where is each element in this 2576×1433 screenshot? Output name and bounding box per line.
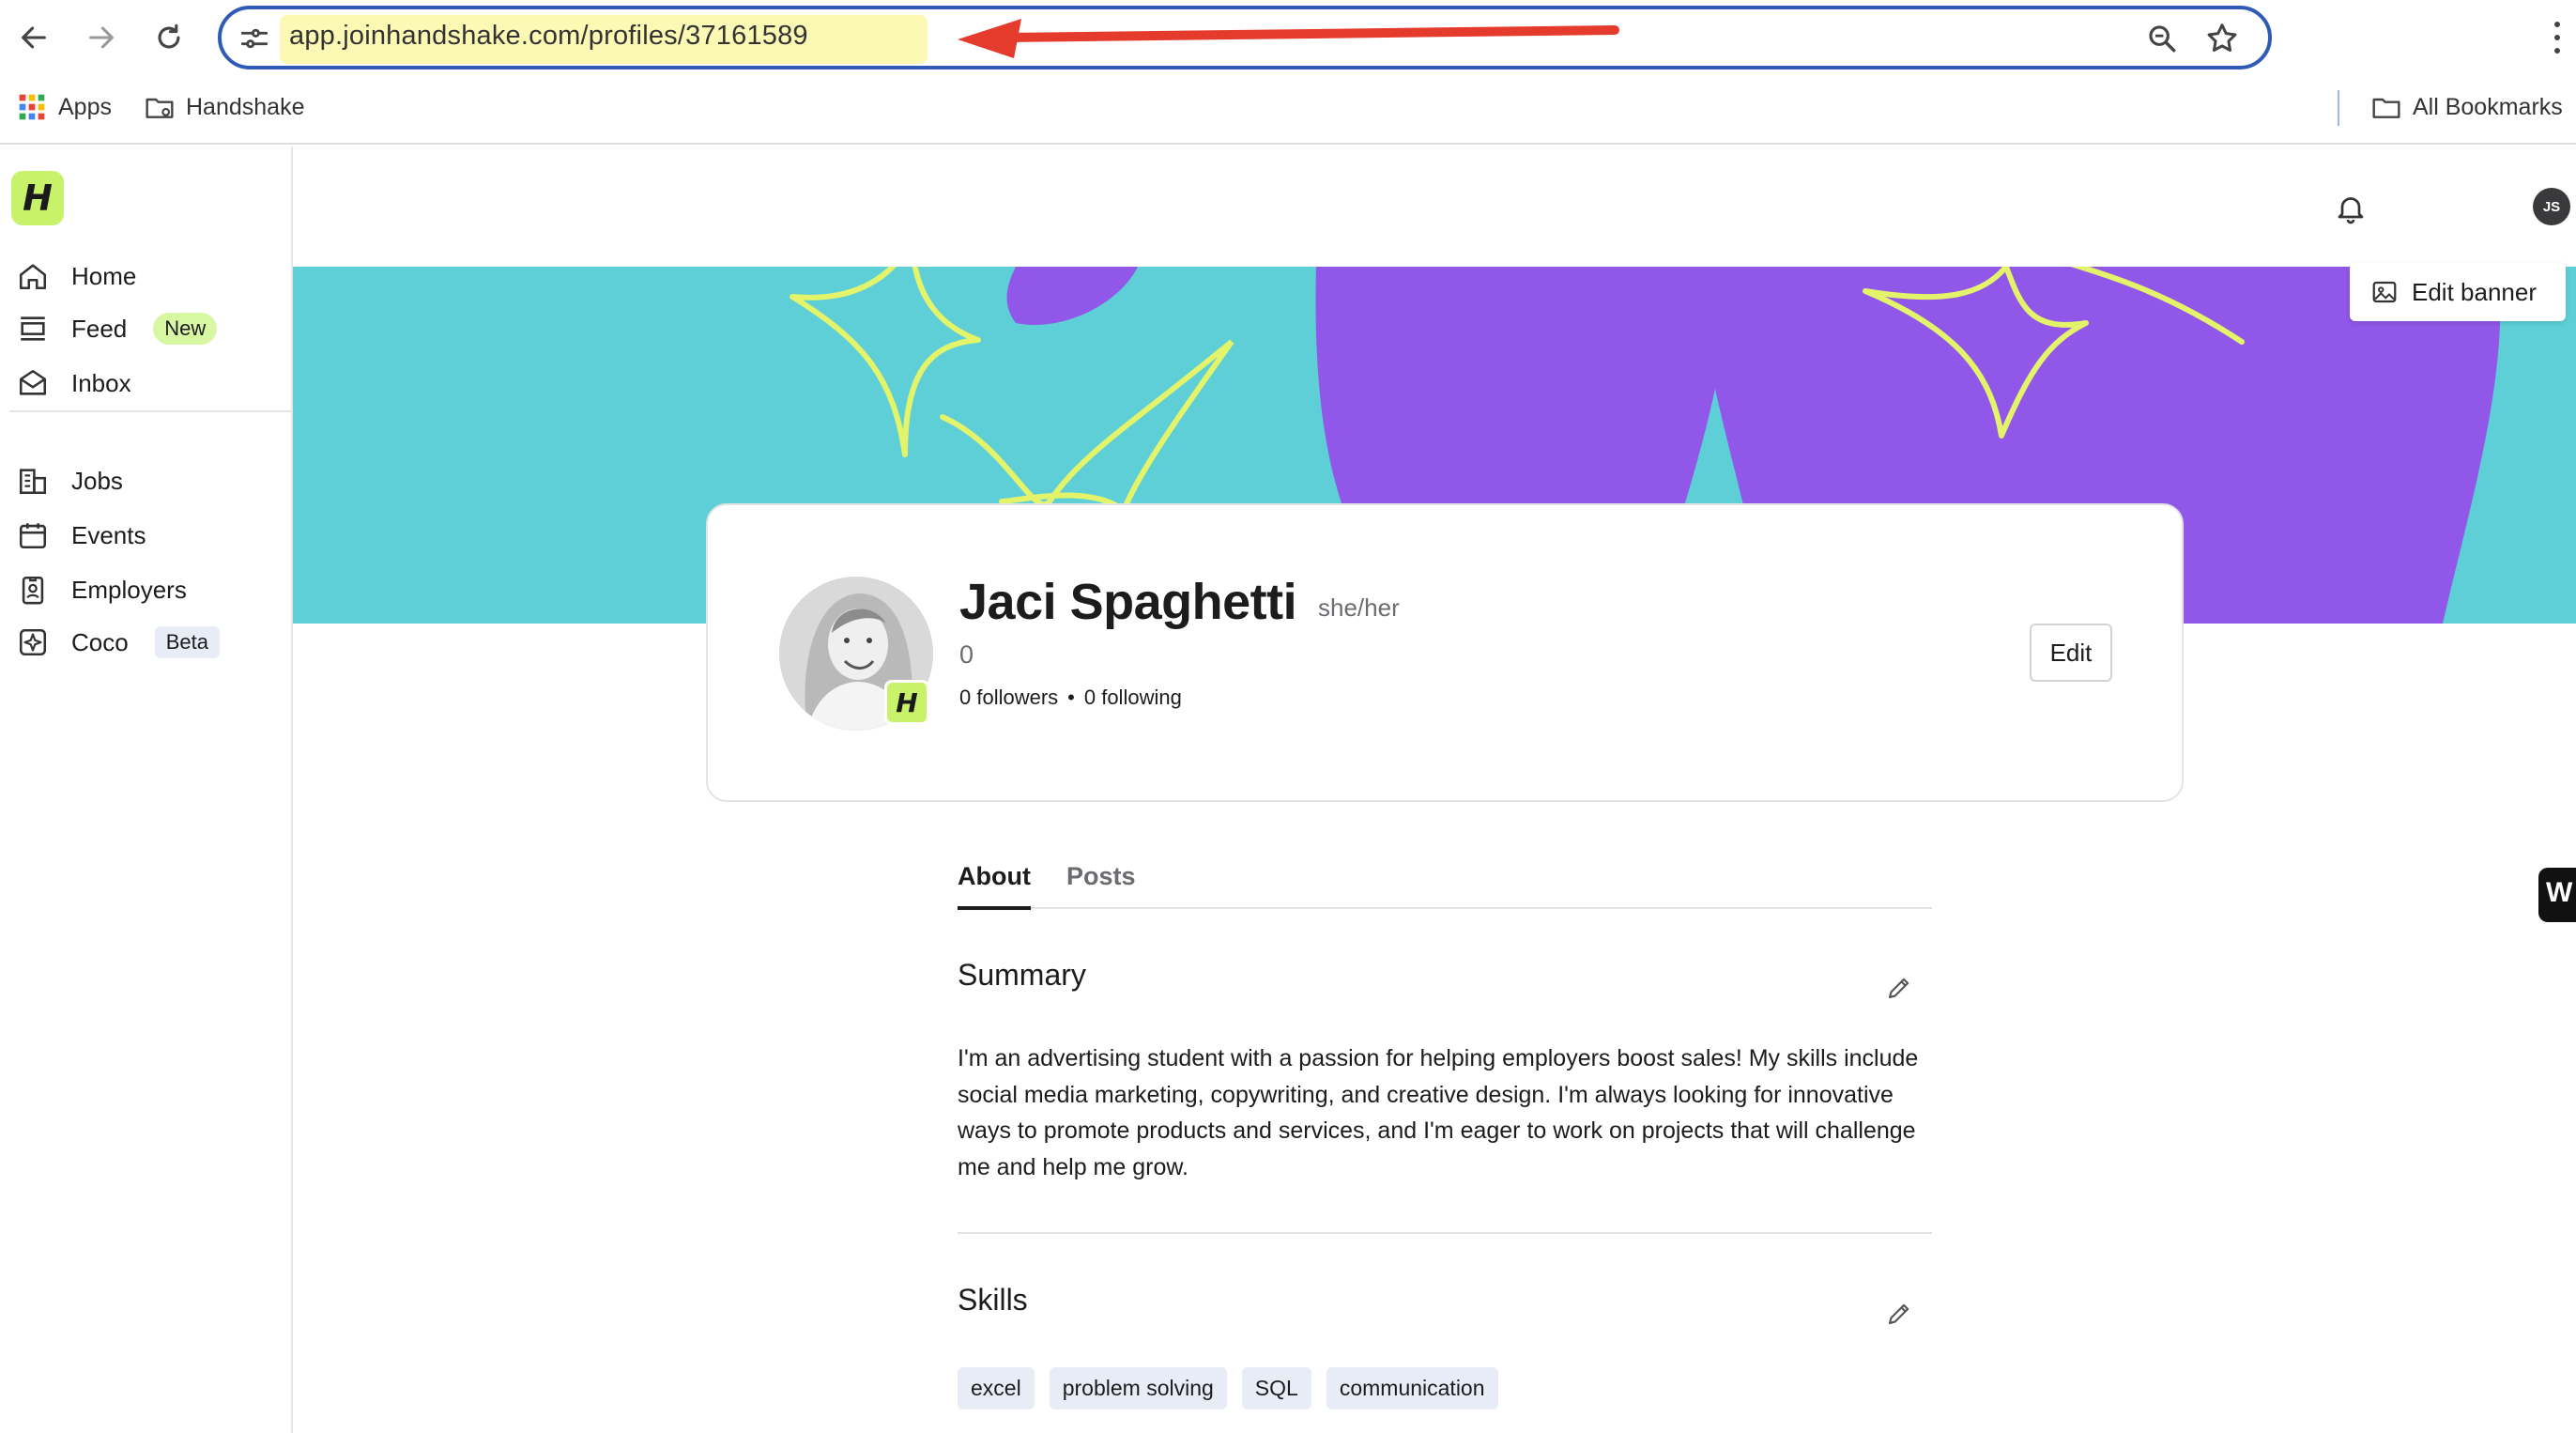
sidebar-item-label: Inbox — [71, 368, 131, 397]
following-link[interactable]: 0 following — [1084, 686, 1182, 710]
reload-icon — [158, 23, 180, 49]
all-bookmarks-label: All Bookmarks — [2413, 93, 2563, 120]
bookmark-handshake[interactable]: Handshake — [145, 92, 304, 122]
handshake-logo[interactable]: H — [11, 171, 64, 225]
user-avatar[interactable]: JS — [2533, 188, 2570, 225]
profile-tabs: About Posts — [958, 855, 1932, 910]
beta-badge: Beta — [154, 626, 220, 658]
section-divider — [958, 1232, 1932, 1234]
sidebar-item-inbox[interactable]: Inbox — [17, 362, 131, 404]
sidebar-item-label: Jobs — [71, 466, 123, 495]
all-bookmarks[interactable]: All Bookmarks — [2371, 92, 2563, 122]
reload-button[interactable] — [145, 13, 193, 62]
sidebar-item-coco[interactable]: Coco Beta — [17, 622, 220, 663]
sidebar-divider — [9, 410, 291, 412]
browser-menu-icon[interactable] — [2548, 19, 2567, 56]
profile-name: Jaci Spaghetti — [959, 574, 1297, 630]
logo-letter: H — [23, 177, 53, 219]
forward-button[interactable] — [77, 13, 126, 62]
inbox-icon — [19, 369, 47, 395]
badge-icon — [22, 576, 44, 605]
follow-separator: • — [1067, 686, 1075, 709]
skill-chip: communication — [1326, 1367, 1498, 1410]
edit-banner-label: Edit banner — [2412, 277, 2537, 306]
arrow-left-icon — [22, 26, 46, 49]
tab-posts[interactable]: Posts — [1066, 862, 1136, 891]
bookmark-handshake-label: Handshake — [186, 93, 305, 120]
sidebar-item-label: Feed — [71, 314, 128, 343]
calendar-icon — [19, 523, 47, 549]
sidebar-item-jobs[interactable]: Jobs — [17, 460, 123, 501]
building-icon — [19, 469, 47, 495]
sidebar-item-label: Employers — [71, 575, 187, 604]
skills-list: excel problem solving SQL communication — [958, 1367, 1498, 1410]
coco-icon — [19, 628, 47, 656]
feed-icon — [21, 316, 45, 341]
folder-icon — [146, 98, 174, 118]
edit-summary-pencil-icon[interactable] — [1885, 974, 1913, 1002]
followers-link[interactable]: 0 followers — [959, 686, 1058, 710]
url-text[interactable]: app.joinhandshake.com/profiles/37161589 — [289, 21, 808, 52]
arrow-right-icon — [89, 26, 114, 49]
folder-icon — [2372, 98, 2400, 118]
bookmarks-bar: Apps Handshake All Bookmarks — [0, 75, 2576, 145]
profile-card: H Jaci Spaghetti she/her 0 0 followers •… — [706, 503, 2184, 802]
sidebar-item-employers[interactable]: Employers — [17, 569, 187, 610]
sidebar-item-label: Coco — [71, 627, 129, 656]
sidebar-item-home[interactable]: Home — [17, 255, 136, 297]
app-header: JS — [295, 146, 2576, 267]
bell-icon[interactable] — [2334, 192, 2368, 225]
bookmark-star-icon[interactable] — [2204, 21, 2240, 56]
sidebar-item-events[interactable]: Events — [17, 515, 146, 556]
edit-banner-button[interactable]: Edit banner — [2350, 263, 2566, 321]
site-settings-icon[interactable] — [238, 23, 270, 54]
tab-about[interactable]: About — [958, 862, 1031, 910]
skill-chip: excel — [958, 1367, 1035, 1410]
follow-counts: 0 followers • 0 following — [959, 686, 1182, 710]
summary-text: I'm an advertising student with a passio… — [958, 1045, 1919, 1180]
back-button[interactable] — [9, 13, 58, 62]
profile-pronouns: she/her — [1318, 593, 1400, 622]
bookmark-apps[interactable]: Apps — [17, 92, 112, 122]
annotation-arrow-icon — [958, 19, 1619, 58]
home-icon — [19, 264, 47, 290]
bookmarks-separator — [2338, 90, 2339, 126]
apps-grid-icon — [19, 94, 45, 120]
browser-toolbar: app.joinhandshake.com/profiles/37161589 — [0, 0, 2576, 75]
handshake-badge-icon: H — [884, 680, 929, 725]
summary-title: Summary — [958, 958, 1086, 992]
profile-headline: 0 — [959, 640, 974, 669]
sidebar-item-label: Events — [71, 520, 146, 549]
side-widget-tab[interactable]: W — [2538, 868, 2576, 922]
edit-profile-button[interactable]: Edit — [2030, 624, 2112, 682]
skills-title: Skills — [958, 1283, 1028, 1317]
sidebar-item-feed[interactable]: Feed New — [17, 308, 218, 349]
skill-chip: SQL — [1241, 1367, 1311, 1410]
new-badge: New — [153, 313, 218, 345]
sidebar-item-label: Home — [71, 261, 137, 290]
image-icon — [2372, 281, 2397, 303]
skill-chip: problem solving — [1049, 1367, 1227, 1410]
edit-skills-pencil-icon[interactable] — [1885, 1300, 1913, 1328]
bookmark-apps-label: Apps — [58, 93, 112, 120]
zoom-icon[interactable] — [2146, 23, 2178, 54]
sidebar: H Home Feed New Inbox Jobs Events Employ… — [0, 146, 293, 1433]
